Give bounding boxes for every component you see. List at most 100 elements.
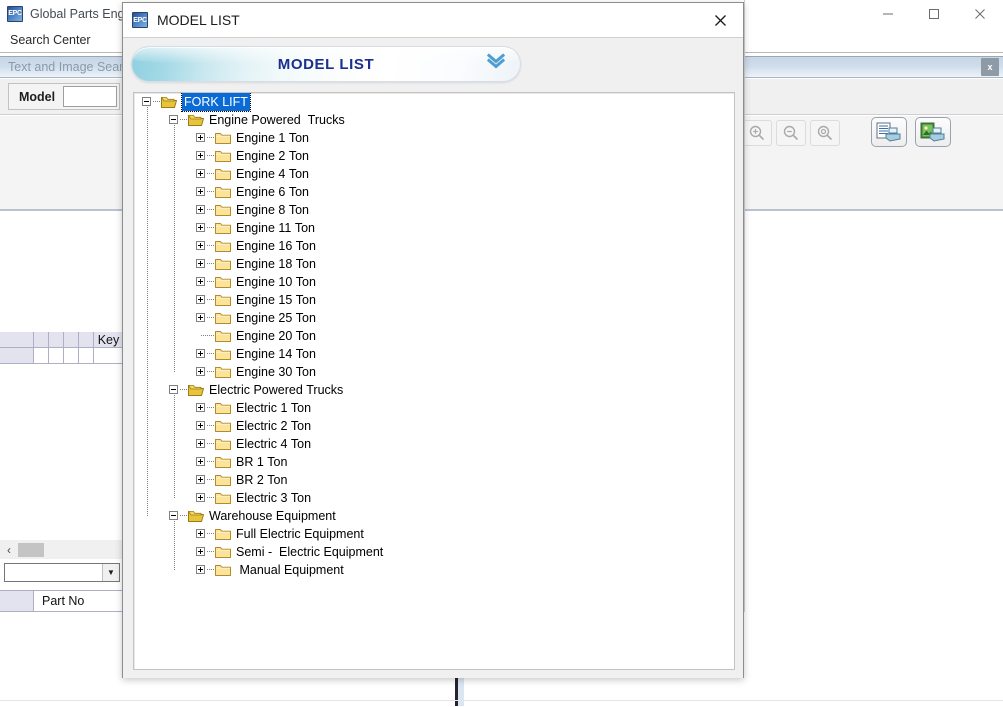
tree-node[interactable]: Electric 4 Ton	[134, 435, 734, 453]
panel-close-button[interactable]: x	[981, 58, 999, 76]
model-label: Model	[19, 89, 56, 104]
dialog-close-button[interactable]	[697, 3, 743, 37]
right-panel-divider	[744, 0, 745, 676]
tree-expander-expand[interactable]	[196, 493, 205, 502]
key-cell-3	[64, 348, 79, 364]
tree-expander-expand[interactable]	[196, 349, 205, 358]
tree-node[interactable]: Manual Equipment	[134, 561, 734, 579]
folder-closed-icon	[215, 275, 231, 288]
tree-node[interactable]: Engine 15 Ton	[134, 291, 734, 309]
tree-node[interactable]: Engine Powered Trucks	[134, 111, 734, 129]
zoom-in-button[interactable]	[742, 120, 772, 146]
key-cell-4	[79, 348, 94, 364]
tree-node[interactable]: BR 2 Ton	[134, 471, 734, 489]
scrollbar-thumb[interactable]	[18, 542, 44, 557]
tree-node[interactable]: Engine 14 Ton	[134, 345, 734, 363]
tree-node[interactable]: Full Electric Equipment	[134, 525, 734, 543]
key-cell-0	[0, 348, 34, 364]
tree-node[interactable]: Engine 2 Ton	[134, 147, 734, 165]
tree-expander-expand[interactable]	[196, 259, 205, 268]
tree-node[interactable]: Electric Powered Trucks	[134, 381, 734, 399]
part-no-column-header: Part No	[34, 590, 124, 612]
model-tree-panel[interactable]: FORK LIFT Engine Powered Trucks Engine 1…	[133, 92, 735, 670]
tree-expander-expand[interactable]	[196, 277, 205, 286]
zoom-in-icon	[749, 125, 765, 141]
tree-node[interactable]: FORK LIFT	[134, 93, 734, 112]
zoom-reset-button[interactable]	[810, 120, 840, 146]
tree-expander-expand[interactable]	[196, 223, 205, 232]
close-button[interactable]	[957, 0, 1003, 28]
zoom-out-button[interactable]	[776, 120, 806, 146]
zoom-reset-icon	[817, 125, 833, 141]
tree-expander-expand[interactable]	[196, 367, 205, 376]
chevron-down-icon[interactable]: ▼	[102, 564, 119, 581]
tree-node-label: Engine 1 Ton	[236, 131, 309, 145]
tree-node[interactable]: BR 1 Ton	[134, 453, 734, 471]
folder-closed-icon	[215, 563, 231, 576]
tree-expander-expand[interactable]	[196, 565, 205, 574]
tree-node[interactable]: Semi - Electric Equipment	[134, 543, 734, 561]
folder-closed-icon	[215, 455, 231, 468]
double-chevron-down-icon[interactable]	[486, 53, 506, 76]
tree-expander-expand[interactable]	[196, 151, 205, 160]
tree-node[interactable]: Engine 8 Ton	[134, 201, 734, 219]
tree-expander-expand[interactable]	[196, 475, 205, 484]
folder-closed-icon	[215, 329, 231, 342]
menu-search-center[interactable]: Search Center	[0, 33, 101, 47]
scroll-left-arrow[interactable]: ‹	[0, 543, 18, 557]
tree-expander-expand[interactable]	[196, 547, 205, 556]
tree-expander-collapse[interactable]	[142, 97, 151, 106]
tree-node-label: Full Electric Equipment	[236, 527, 364, 541]
dialog-title: MODEL LIST	[157, 12, 240, 28]
folder-closed-icon	[215, 527, 231, 540]
tree-expander-expand[interactable]	[196, 313, 205, 322]
tree-expander-expand[interactable]	[196, 529, 205, 538]
tree-node-label: Manual Equipment	[236, 563, 344, 577]
tree-node[interactable]: Engine 16 Ton	[134, 237, 734, 255]
tree-expander-expand[interactable]	[196, 403, 205, 412]
folder-open-icon	[161, 95, 177, 108]
tree-node-label: Engine 20 Ton	[236, 329, 316, 343]
tree-expander-expand[interactable]	[196, 241, 205, 250]
tree-expander-expand[interactable]	[196, 421, 205, 430]
key-col-1	[34, 332, 49, 348]
results-area	[0, 364, 124, 536]
tree-node-label: Engine 18 Ton	[236, 257, 316, 271]
folder-closed-icon	[215, 401, 231, 414]
tree-node[interactable]: Warehouse Equipment	[134, 507, 734, 525]
tree-node[interactable]: Electric 3 Ton	[134, 489, 734, 507]
tree-expander-collapse[interactable]	[169, 115, 178, 124]
minimize-button[interactable]	[865, 0, 911, 28]
filter-combobox[interactable]: ▼	[4, 563, 120, 582]
tree-expander-collapse[interactable]	[169, 385, 178, 394]
horizontal-scrollbar[interactable]: ‹	[0, 540, 124, 559]
tree-expander-expand[interactable]	[196, 439, 205, 448]
app-title: Global Parts Engin	[30, 6, 135, 21]
tree-node[interactable]: Engine 30 Ton	[134, 363, 734, 381]
tree-expander-expand[interactable]	[196, 457, 205, 466]
key-column-label: Key	[97, 332, 120, 347]
tree-node[interactable]: Engine 20 Ton	[134, 327, 734, 345]
folder-closed-icon	[215, 131, 231, 144]
print-list-button[interactable]	[871, 117, 907, 147]
tree-node[interactable]: Electric 2 Ton	[134, 417, 734, 435]
tree-node[interactable]: Engine 11 Ton	[134, 219, 734, 237]
model-input[interactable]	[63, 86, 117, 107]
tree-node[interactable]: Engine 18 Ton	[134, 255, 734, 273]
print-image-icon	[920, 122, 945, 142]
maximize-button[interactable]	[911, 0, 957, 28]
print-image-button[interactable]	[915, 117, 951, 147]
tree-node[interactable]: Engine 25 Ton	[134, 309, 734, 327]
tree-expander-expand[interactable]	[196, 133, 205, 142]
tree-node[interactable]: Engine 6 Ton	[134, 183, 734, 201]
tree-node[interactable]: Engine 10 Ton	[134, 273, 734, 291]
tree-expander-expand[interactable]	[196, 205, 205, 214]
tree-expander-collapse[interactable]	[169, 511, 178, 520]
tree-expander-expand[interactable]	[196, 169, 205, 178]
tree-node[interactable]: Engine 4 Ton	[134, 165, 734, 183]
tree-expander-expand[interactable]	[196, 187, 205, 196]
tree-node-label: Electric 3 Ton	[236, 491, 312, 505]
tree-node[interactable]: Electric 1 Ton	[134, 399, 734, 417]
tree-expander-expand[interactable]	[196, 295, 205, 304]
tree-node[interactable]: Engine 1 Ton	[134, 129, 734, 147]
